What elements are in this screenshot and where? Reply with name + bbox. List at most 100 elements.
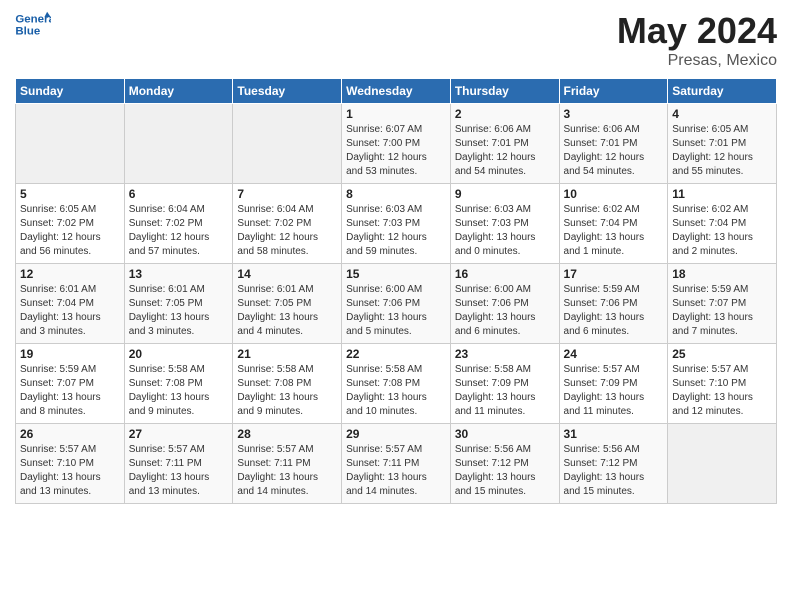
table-row: 11 Sunrise: 6:02 AM Sunset: 7:04 PM Dayli… [668,184,777,264]
main-title: May 2024 [617,10,777,52]
day-info: Sunrise: 6:04 AM Sunset: 7:02 PM Dayligh… [129,203,229,259]
table-row [124,104,233,184]
table-row: 25 Sunrise: 5:57 AM Sunset: 7:10 PM Dayli… [668,344,777,424]
day-info: Sunrise: 6:02 AM Sunset: 7:04 PM Dayligh… [672,203,772,259]
day-info: Sunrise: 6:01 AM Sunset: 7:04 PM Dayligh… [20,283,120,339]
col-sunday: Sunday [16,79,125,104]
day-number: 4 [672,107,772,121]
col-tuesday: Tuesday [233,79,342,104]
logo-icon: General Blue [15,10,51,40]
day-number: 21 [237,347,337,361]
table-row: 31Sunrise: 5:56 AM Sunset: 7:12 PM Dayli… [559,424,668,504]
day-info: Sunrise: 6:01 AM Sunset: 7:05 PM Dayligh… [237,283,337,339]
day-number: 7 [237,187,337,201]
table-row [668,424,777,504]
day-info: Sunrise: 5:58 AM Sunset: 7:08 PM Dayligh… [346,363,446,419]
col-wednesday: Wednesday [342,79,451,104]
day-number: 29 [346,427,446,441]
day-info: Sunrise: 6:03 AM Sunset: 7:03 PM Dayligh… [346,203,446,259]
table-row: 30 Sunrise: 5:56 AM Sunset: 7:12 PM Dayli… [450,424,559,504]
table-row: 6 Sunrise: 6:04 AM Sunset: 7:02 PM Daylig… [124,184,233,264]
day-info: Sunrise: 5:58 AM Sunset: 7:08 PM Dayligh… [129,363,229,419]
day-info: Sunrise: 5:58 AM Sunset: 7:09 PM Dayligh… [455,363,555,419]
day-info: Sunrise: 5:57 AM Sunset: 7:10 PM Dayligh… [672,363,772,419]
table-row: 17 Sunrise: 5:59 AM Sunset: 7:06 PM Dayli… [559,264,668,344]
day-number: 22 [346,347,446,361]
table-row: 18 Sunrise: 5:59 AM Sunset: 7:07 PM Dayli… [668,264,777,344]
day-number: 23 [455,347,555,361]
day-info: Sunrise: 5:59 AM Sunset: 7:07 PM Dayligh… [672,283,772,339]
day-number: 5 [20,187,120,201]
day-info: Sunrise: 5:59 AM Sunset: 7:06 PM Dayligh… [564,283,664,339]
day-number: 3 [564,107,664,121]
table-row: 22 Sunrise: 5:58 AM Sunset: 7:08 PM Dayli… [342,344,451,424]
day-info: Sunrise: 5:59 AM Sunset: 7:07 PM Dayligh… [20,363,120,419]
table-row: 13 Sunrise: 6:01 AM Sunset: 7:05 PM Dayli… [124,264,233,344]
day-number: 12 [20,267,120,281]
day-number: 8 [346,187,446,201]
day-info: Sunrise: 5:57 AM Sunset: 7:09 PM Dayligh… [564,363,664,419]
day-number: 6 [129,187,229,201]
day-info: Sunrise: 5:57 AM Sunset: 7:11 PM Dayligh… [346,443,446,499]
col-monday: Monday [124,79,233,104]
page: General Blue May 2024 Presas, Mexico Sun… [0,0,792,612]
day-number: 25 [672,347,772,361]
header: General Blue May 2024 Presas, Mexico [15,10,777,70]
table-row: 28 Sunrise: 5:57 AM Sunset: 7:11 PM Dayli… [233,424,342,504]
table-row [16,104,125,184]
day-number: 10 [564,187,664,201]
day-info: Sunrise: 6:04 AM Sunset: 7:02 PM Dayligh… [237,203,337,259]
day-info: Sunrise: 6:01 AM Sunset: 7:05 PM Dayligh… [129,283,229,339]
table-row: 24Sunrise: 5:57 AM Sunset: 7:09 PM Dayli… [559,344,668,424]
day-info: Sunrise: 6:05 AM Sunset: 7:01 PM Dayligh… [672,123,772,179]
table-row: 14Sunrise: 6:01 AM Sunset: 7:05 PM Dayli… [233,264,342,344]
day-info: Sunrise: 6:03 AM Sunset: 7:03 PM Dayligh… [455,203,555,259]
day-info: Sunrise: 6:06 AM Sunset: 7:01 PM Dayligh… [564,123,664,179]
logo: General Blue [15,10,51,40]
day-number: 27 [129,427,229,441]
day-number: 13 [129,267,229,281]
day-info: Sunrise: 5:56 AM Sunset: 7:12 PM Dayligh… [455,443,555,499]
table-row: 2Sunrise: 6:06 AM Sunset: 7:01 PM Daylig… [450,104,559,184]
day-number: 28 [237,427,337,441]
table-row [233,104,342,184]
day-info: Sunrise: 5:57 AM Sunset: 7:11 PM Dayligh… [129,443,229,499]
title-block: May 2024 Presas, Mexico [617,10,777,70]
table-row: 7 Sunrise: 6:04 AM Sunset: 7:02 PM Daylig… [233,184,342,264]
table-row: 10Sunrise: 6:02 AM Sunset: 7:04 PM Dayli… [559,184,668,264]
day-number: 11 [672,187,772,201]
table-row: 23 Sunrise: 5:58 AM Sunset: 7:09 PM Dayli… [450,344,559,424]
table-row: 4 Sunrise: 6:05 AM Sunset: 7:01 PM Daylig… [668,104,777,184]
col-thursday: Thursday [450,79,559,104]
table-row: 29 Sunrise: 5:57 AM Sunset: 7:11 PM Dayli… [342,424,451,504]
day-number: 19 [20,347,120,361]
table-row: 9 Sunrise: 6:03 AM Sunset: 7:03 PM Daylig… [450,184,559,264]
sub-title: Presas, Mexico [617,52,777,70]
day-number: 15 [346,267,446,281]
table-row: 5 Sunrise: 6:05 AM Sunset: 7:02 PM Daylig… [16,184,125,264]
day-number: 31 [564,427,664,441]
day-info: Sunrise: 6:00 AM Sunset: 7:06 PM Dayligh… [346,283,446,339]
calendar: Sunday Monday Tuesday Wednesday Thursday… [15,78,777,504]
table-row: 12 Sunrise: 6:01 AM Sunset: 7:04 PM Dayli… [16,264,125,344]
table-row: 20 Sunrise: 5:58 AM Sunset: 7:08 PM Dayli… [124,344,233,424]
day-info: Sunrise: 5:57 AM Sunset: 7:10 PM Dayligh… [20,443,120,499]
day-info: Sunrise: 6:00 AM Sunset: 7:06 PM Dayligh… [455,283,555,339]
day-number: 18 [672,267,772,281]
day-info: Sunrise: 6:07 AM Sunset: 7:00 PM Dayligh… [346,123,446,179]
day-info: Sunrise: 5:57 AM Sunset: 7:11 PM Dayligh… [237,443,337,499]
table-row: 16 Sunrise: 6:00 AM Sunset: 7:06 PM Dayli… [450,264,559,344]
day-number: 26 [20,427,120,441]
day-info: Sunrise: 6:06 AM Sunset: 7:01 PM Dayligh… [455,123,555,179]
day-number: 1 [346,107,446,121]
day-info: Sunrise: 6:05 AM Sunset: 7:02 PM Dayligh… [20,203,120,259]
day-number: 30 [455,427,555,441]
day-number: 20 [129,347,229,361]
day-info: Sunrise: 5:58 AM Sunset: 7:08 PM Dayligh… [237,363,337,419]
table-row: 19 Sunrise: 5:59 AM Sunset: 7:07 PM Dayli… [16,344,125,424]
day-number: 17 [564,267,664,281]
day-number: 16 [455,267,555,281]
table-row: 15 Sunrise: 6:00 AM Sunset: 7:06 PM Dayli… [342,264,451,344]
table-row: 3 Sunrise: 6:06 AM Sunset: 7:01 PM Daylig… [559,104,668,184]
day-number: 9 [455,187,555,201]
